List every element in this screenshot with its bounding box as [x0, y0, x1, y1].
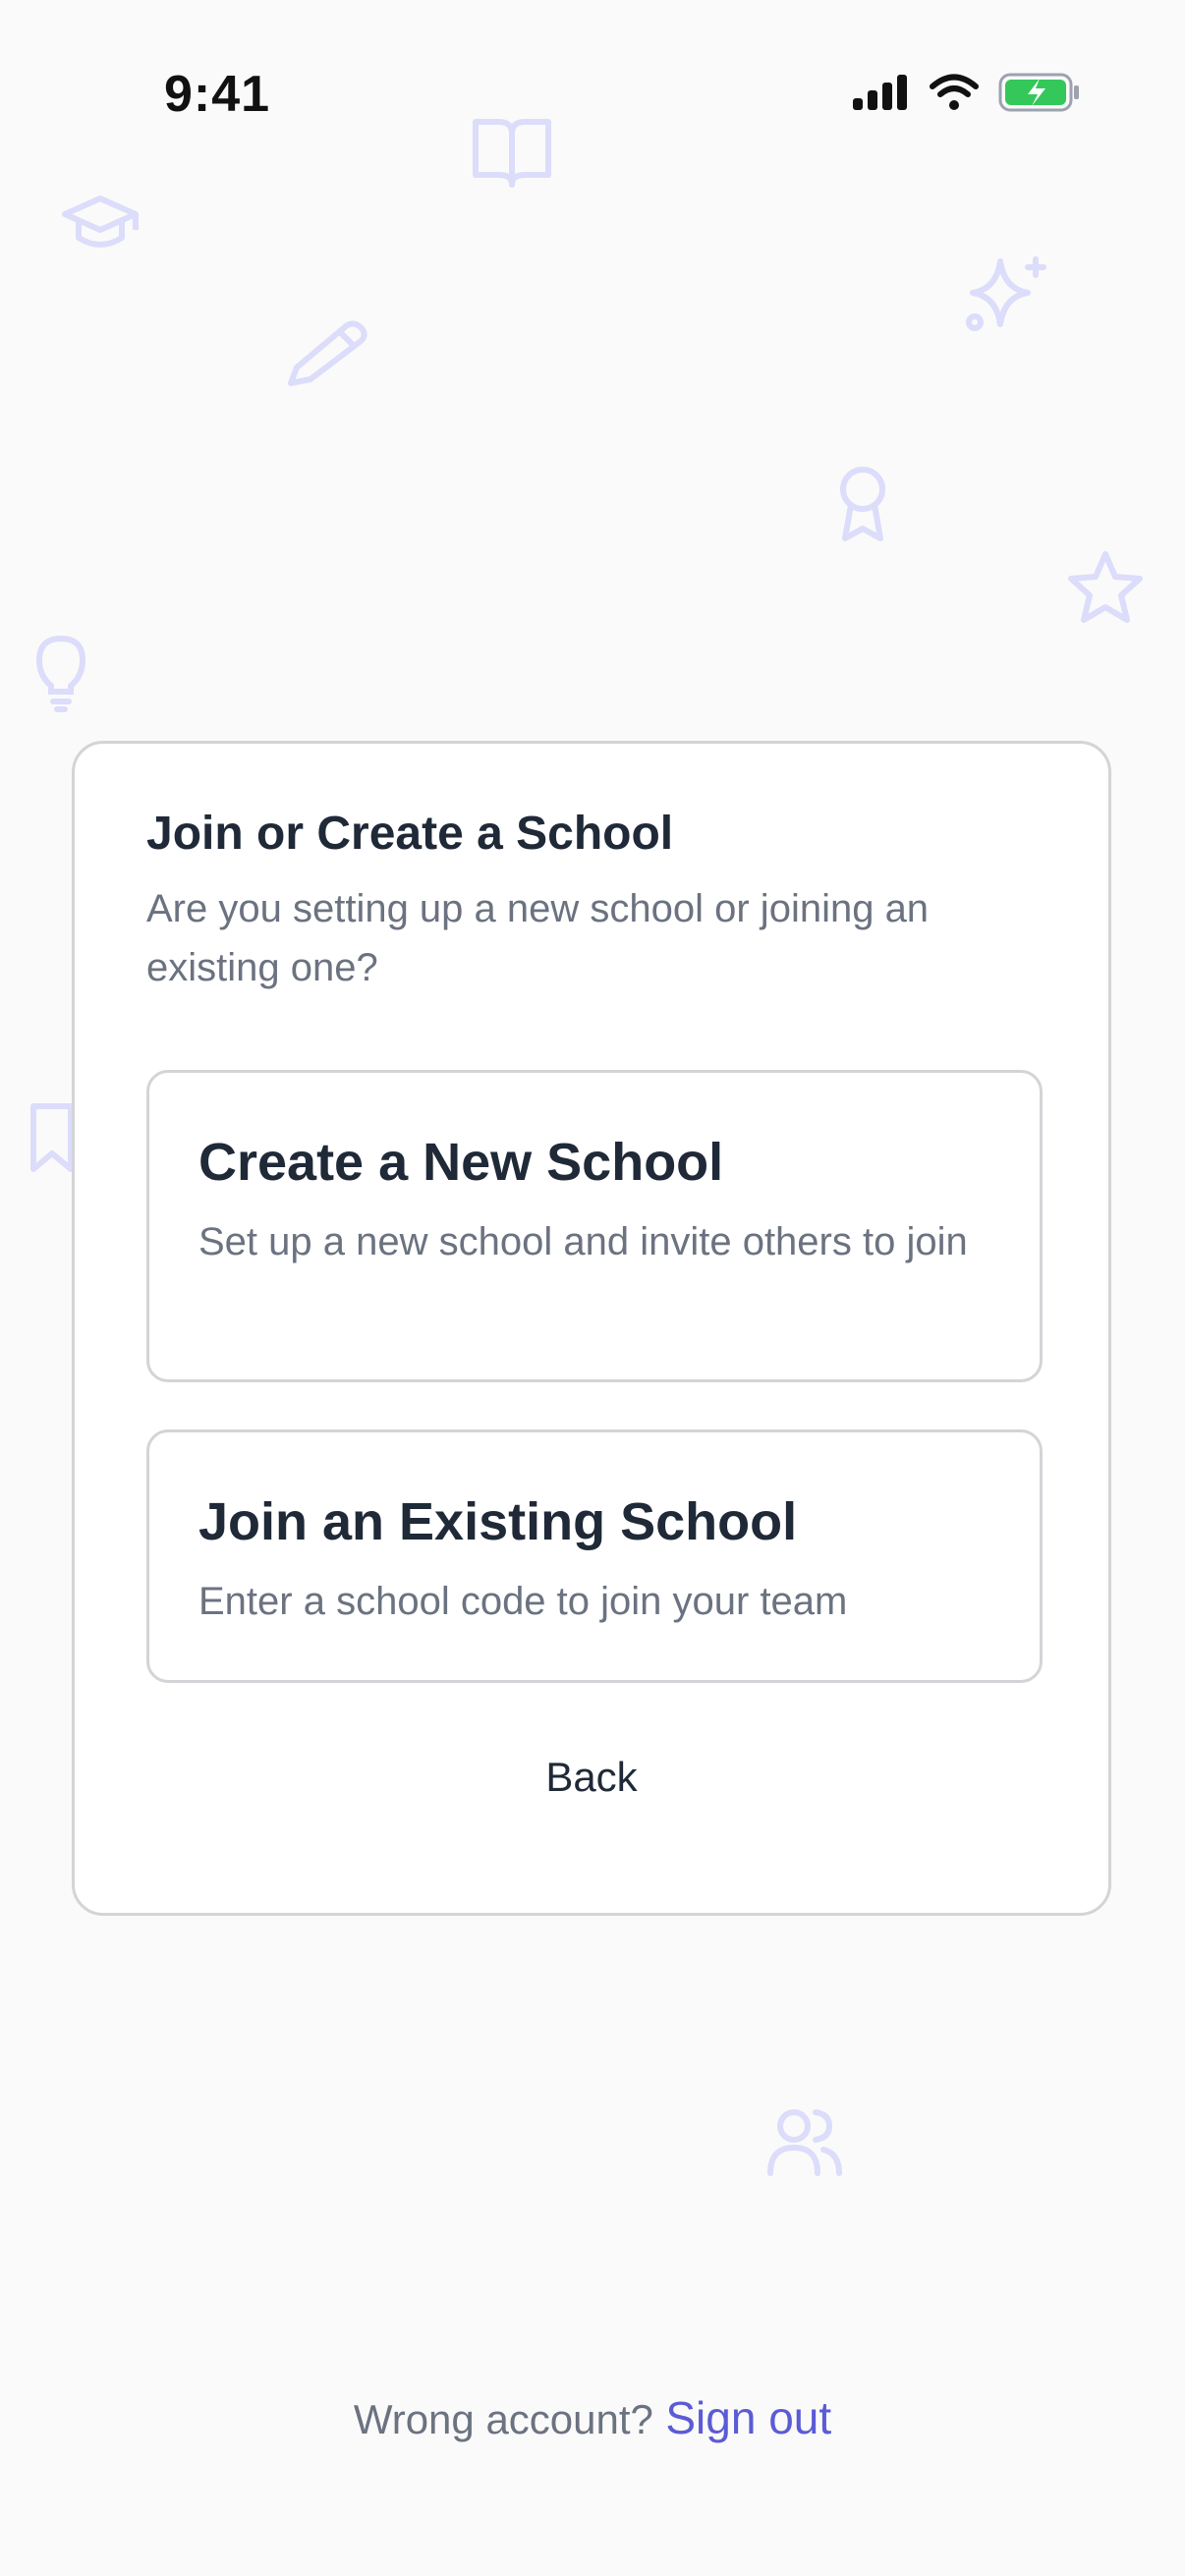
status-bar: 9:41: [0, 0, 1185, 138]
footer: Wrong account? Sign out: [0, 2391, 1185, 2444]
wifi-icon: [930, 74, 979, 116]
star-icon: [1067, 550, 1144, 625]
lightbulb-icon: [35, 635, 86, 713]
create-school-description: Set up a new school and invite others to…: [198, 1220, 968, 1263]
create-school-option[interactable]: Create a New School Set up a new school …: [146, 1070, 1043, 1382]
sparkles-icon: [965, 253, 1047, 332]
signal-icon: [853, 75, 910, 115]
join-or-create-card: Join or Create a School Are you setting …: [72, 741, 1111, 1916]
bookmark-icon: [28, 1100, 77, 1175]
card-title: Join or Create a School: [146, 808, 674, 860]
graduation-cap-icon: [61, 195, 140, 255]
sign-out-link[interactable]: Sign out: [665, 2392, 831, 2443]
join-school-option[interactable]: Join an Existing School Enter a school c…: [146, 1429, 1043, 1683]
join-school-description: Enter a school code to join your team: [198, 1580, 848, 1623]
back-button[interactable]: Back: [75, 1754, 1108, 1801]
create-school-title: Create a New School: [198, 1133, 724, 1192]
join-school-title: Join an Existing School: [198, 1492, 798, 1551]
users-icon: [766, 2104, 843, 2177]
battery-charging-icon: [998, 73, 1081, 117]
status-time: 9:41: [164, 66, 271, 123]
status-icons: [853, 73, 1081, 117]
pencil-icon: [285, 318, 369, 389]
award-icon: [835, 466, 890, 542]
wrong-account-text: Wrong account?: [353, 2396, 653, 2442]
card-subtitle: Are you setting up a new school or joini…: [146, 887, 930, 989]
book-icon: [472, 116, 552, 189]
